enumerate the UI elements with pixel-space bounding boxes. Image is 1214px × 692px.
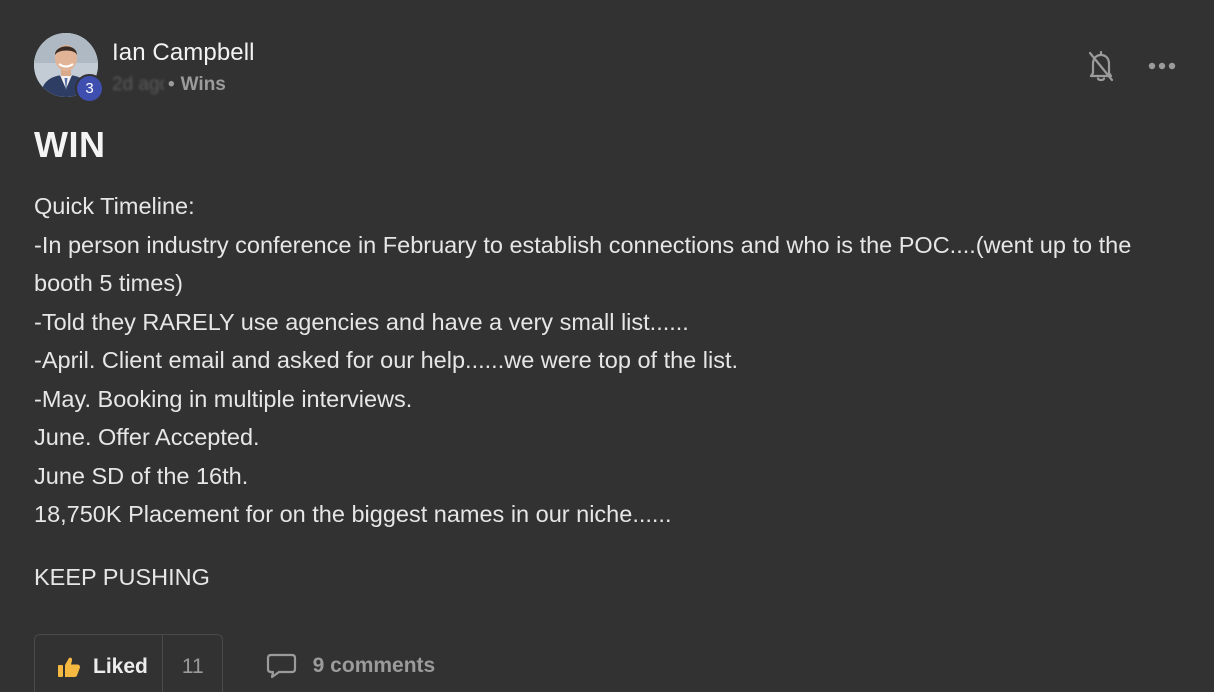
body-line: Quick Timeline:	[34, 193, 195, 219]
comment-icon	[266, 653, 296, 679]
body-line: -April. Client email and asked for our h…	[34, 347, 739, 373]
post-header-actions	[1088, 49, 1176, 83]
body-line: June. Offer Accepted.	[34, 424, 260, 450]
post-title: WIN	[34, 124, 106, 165]
like-count[interactable]: 11	[161, 635, 222, 692]
like-control: Liked 11	[34, 634, 223, 692]
category-link[interactable]: Wins	[181, 74, 226, 96]
like-button[interactable]: Liked	[35, 635, 162, 692]
more-options-button[interactable]	[1148, 62, 1176, 70]
comments-button[interactable]: 9 comments	[266, 634, 436, 692]
bell-off-icon	[1088, 50, 1114, 82]
author-name[interactable]: Ian Campbell	[112, 38, 255, 68]
more-horizontal-icon	[1148, 62, 1176, 70]
post-closing-line: KEEP PUSHING	[34, 564, 210, 590]
body-line: 18,750K Placement for on the biggest nam…	[34, 501, 672, 527]
comments-label: 9 comments	[312, 654, 436, 677]
post-card: 3 Ian Campbell 2d ago • Wins	[0, 0, 1214, 692]
post-body: Quick Timeline: -In person industry conf…	[34, 187, 1194, 534]
post-meta: Ian Campbell 2d ago • Wins	[112, 38, 255, 96]
body-line: -In person industry conference in Februa…	[34, 231, 1132, 297]
level-badge: 3	[75, 74, 104, 103]
post-actions: Liked 11 9 comments	[34, 634, 435, 692]
thumbs-up-icon	[58, 657, 81, 677]
author-avatar-wrap[interactable]: 3	[34, 33, 104, 103]
body-line: June SD of the 16th.	[34, 462, 249, 489]
like-label: Liked	[93, 654, 148, 678]
post-subline: 2d ago • Wins	[112, 74, 255, 96]
post-time: 2d ago	[112, 74, 164, 95]
body-line: -May. Booking in multiple interviews.	[34, 385, 413, 412]
notifications-toggle-button[interactable]	[1088, 49, 1114, 83]
body-line: -Told they RARELY use agencies and have …	[34, 308, 689, 335]
separator-dot: •	[168, 74, 175, 95]
post-header: 3 Ian Campbell 2d ago • Wins	[34, 33, 255, 103]
